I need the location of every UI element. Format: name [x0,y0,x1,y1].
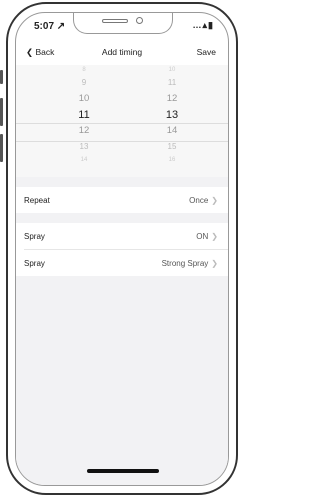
picker-option[interactable]: 8 [54,65,114,75]
location-arrow-icon: ↗ [56,21,66,32]
spray-mode-label: Spray [24,259,45,268]
picker-option[interactable]: 12 [54,123,114,139]
time-picker: 8 9 10 11 12 13 14 10 11 12 13 14 15 16 [16,65,228,177]
selection-top-divider [16,123,228,124]
spray-mode-value: Strong Spray ❯ [162,259,218,268]
repeat-label: Repeat [24,196,50,205]
save-button[interactable]: Save [197,47,216,57]
selected-minute[interactable]: 13 [142,107,202,123]
mute-switch [0,70,3,84]
spray-value: ON ❯ [196,232,218,241]
section-gap [16,177,228,187]
repeat-row[interactable]: Repeat Once ❯ [16,187,228,213]
picker-option[interactable]: 12 [142,91,202,107]
spray-value-text: ON [196,232,209,241]
picker-option[interactable]: 14 [142,123,202,139]
navigation-bar: ❮ Back Add timing Save [16,41,228,63]
picker-option[interactable]: 10 [142,65,202,75]
phone-screen: 5:07 ↗ …▴▮ ❮ Back Add timing Save 8 9 10… [15,12,229,486]
volume-up-button [0,98,3,126]
chevron-right-icon: ❯ [211,259,218,268]
empty-background [16,276,228,485]
status-bar: 5:07 ↗ …▴▮ [16,13,228,37]
repeat-value-text: Once [189,196,209,205]
spray-mode-value-text: Strong Spray [161,259,209,268]
spray-row[interactable]: Spray ON ❯ [16,223,228,249]
home-indicator [87,469,159,473]
picker-option[interactable]: 11 [142,75,202,91]
status-time: 5:07 ↗ [34,21,65,32]
selection-bottom-divider [16,141,228,142]
selected-hour[interactable]: 11 [54,107,114,123]
hour-wheel[interactable]: 8 9 10 11 12 13 14 [54,65,114,165]
volume-down-button [0,134,3,162]
spray-label: Spray [24,232,45,241]
minute-wheel[interactable]: 10 11 12 13 14 15 16 [142,65,202,165]
chevron-right-icon: ❯ [211,232,218,241]
picker-option[interactable]: 16 [142,155,202,165]
chevron-right-icon: ❯ [211,196,218,205]
picker-option[interactable]: 9 [54,75,114,91]
section-gap [16,213,228,223]
time-label: 5:07 [34,21,55,32]
picker-option[interactable]: 10 [54,91,114,107]
status-icons: …▴▮ [192,20,214,30]
repeat-value: Once ❯ [189,196,218,205]
spray-mode-row[interactable]: Spray Strong Spray ❯ [16,250,228,276]
picker-option[interactable]: 14 [54,155,114,165]
